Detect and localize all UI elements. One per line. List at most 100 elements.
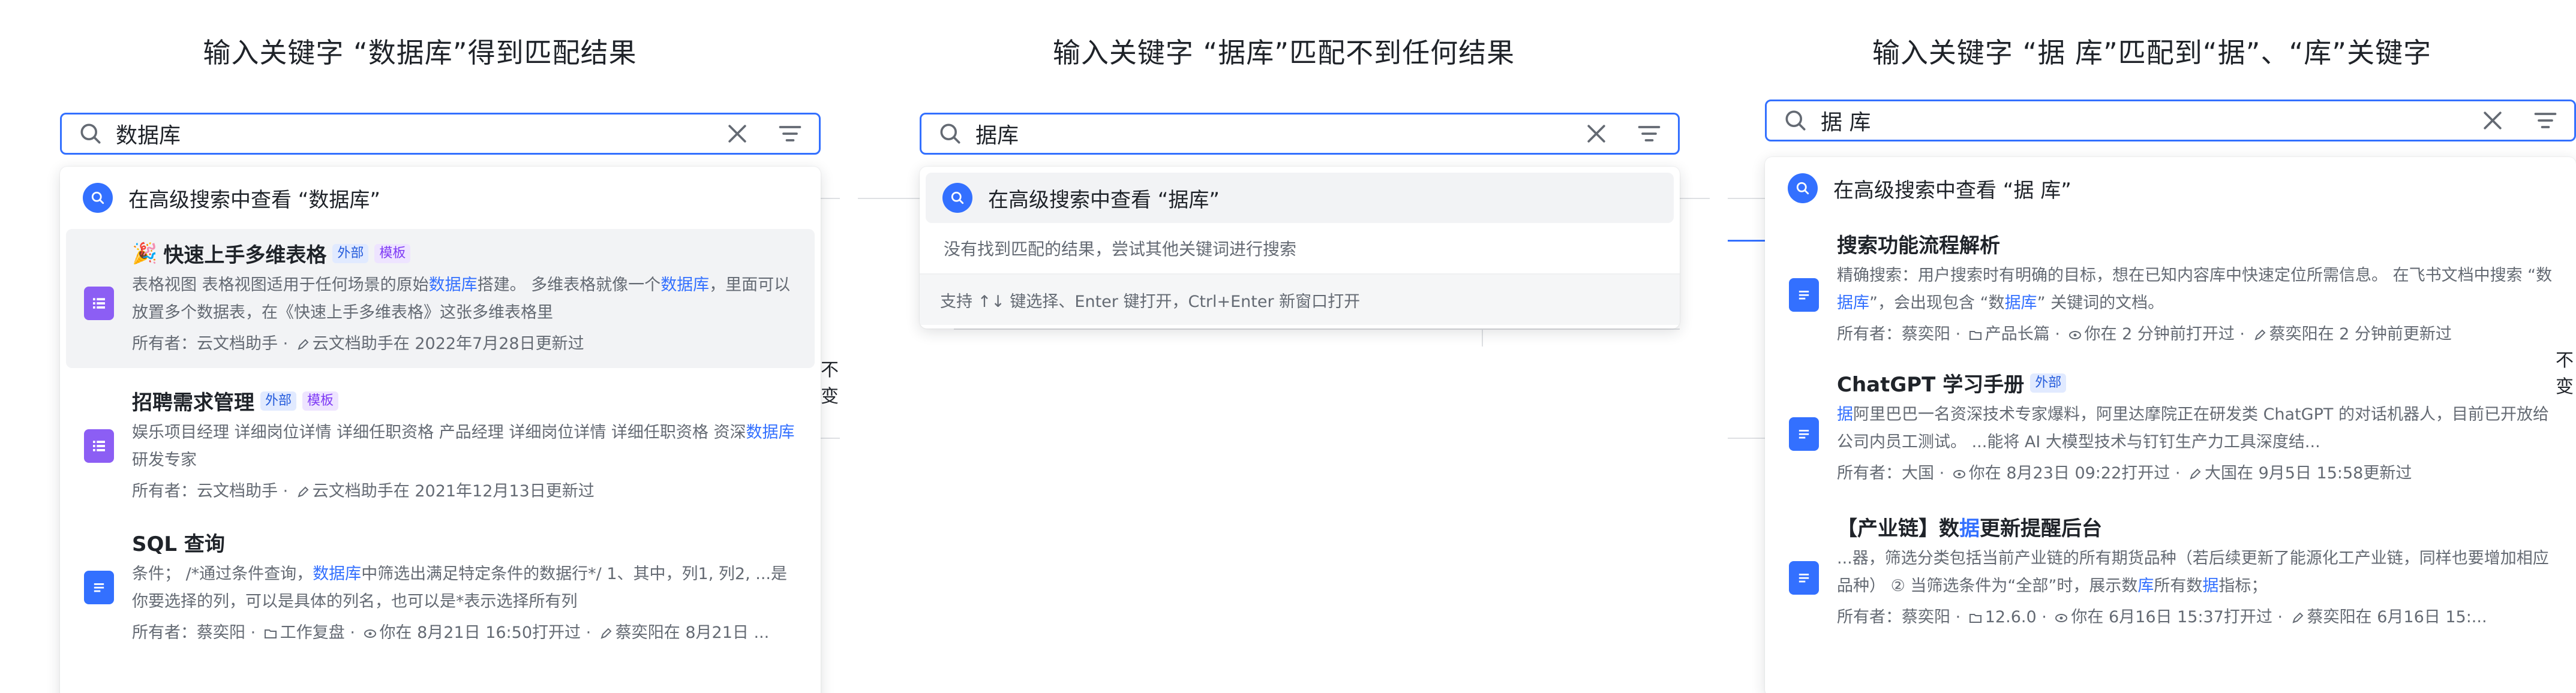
clear-icon[interactable] (724, 120, 750, 147)
edit-icon (298, 486, 309, 498)
search-dropdown: 在高级搜索中查看 “据 库” 搜索功能流程解析 精确搜索：用户搜索时有明确的目标… (1765, 157, 2576, 693)
updated-info: 蔡奕阳在 6月16日 15:... (2307, 608, 2487, 626)
advanced-search-label: 在高级搜索中查看 “据 库” (1833, 178, 2071, 203)
bg-divider (1728, 438, 1765, 439)
search-icon (1785, 110, 1806, 131)
search-result-item[interactable]: 🎉 快速上手多维表格 外部 模板 表格视图 表格视图适用于任何场景的原始数据库搭… (66, 229, 815, 368)
filter-icon[interactable] (777, 120, 803, 147)
result-snippet: 据阿里巴巴一名资深技术专家爆料，阿里达摩院正在研发类 ChatGPT 的对话机器… (1837, 405, 2549, 451)
panel-caption: 输入关键字 “数据库”得到匹配结果 (203, 37, 637, 69)
search-icon (940, 123, 960, 144)
keyword-highlight: 数据库 (660, 276, 710, 294)
updated-info: 蔡奕阳在 8月21日 ... (615, 623, 770, 642)
doc-icon (1789, 278, 1819, 312)
filter-icon[interactable] (2532, 107, 2559, 134)
advanced-search-label: 在高级搜索中查看 “据库” (988, 188, 1220, 212)
search-bar[interactable]: 据 库 (1765, 100, 2576, 141)
search-dropdown: 在高级搜索中查看 “数据库” 🎉 快速上手多维表格 外部 模板 表格视图 表格视… (60, 167, 821, 693)
owner: 所有者：云文档助手 (132, 335, 278, 353)
edit-icon (2254, 329, 2266, 341)
search-result-item[interactable]: 招聘需求管理 外部 模板 娱乐项目经理 详细岗位详情 详细任职资格 产品经理 详… (66, 368, 815, 510)
result-snippet: 表格视图 表格视图适用于任何场景的原始数据库搭建。 多维表格就像一个数据库，里面… (132, 276, 791, 322)
updated-info: 云文档助手在 2022年7月28日更新过 (312, 335, 584, 353)
panel-3: 输入关键字 “据 库”匹配到“据”、“库”关键字 据 库 在高级搜索中查看 “据… (1728, 0, 2576, 693)
owner: 所有者：大国 (1837, 464, 1934, 483)
updated-info: 大国在 9月5日 15:58更新过 (2205, 464, 2412, 483)
keyword-highlight: 据 (1837, 405, 1853, 424)
search-input[interactable]: 数据库 (116, 118, 724, 149)
template-tag: 模板 (374, 243, 411, 263)
keyword-highlight: 库 (2137, 577, 2154, 595)
edit-icon (601, 628, 612, 639)
owner: 所有者：蔡奕阳 (1837, 608, 1950, 626)
edit-icon (2292, 612, 2304, 623)
search-result-item[interactable]: 【产业链】数据更新提醒后台 ...器，筛选分类包括当前产业链的所有期货品种（若后… (1771, 499, 2570, 643)
updated-info: 蔡奕阳在 2 分钟前更新过 (2269, 325, 2452, 344)
edit-icon (2190, 468, 2201, 480)
clear-icon[interactable] (1583, 120, 1610, 147)
panel-2: 输入关键字 “据库”匹配不到任何结果 据库 在高级搜索中查看 “据库” 没有找到… (858, 0, 1710, 693)
advanced-search-option[interactable]: 在高级搜索中查看 “据库” (926, 173, 1674, 223)
result-meta: 所有者：蔡奕阳 · 工作复盘 · 你在 8月21日 16:50打开过 · 蔡奕阳… (132, 623, 770, 642)
search-input[interactable]: 据库 (975, 118, 1583, 149)
advanced-search-icon (942, 183, 972, 213)
search-result-item[interactable]: SQL 查询 条件； /*通过条件查询，数据库中筛选出满足特定条件的数据行*/ … (66, 510, 815, 651)
folder-icon (1969, 330, 1981, 340)
doc-icon (1789, 561, 1819, 595)
opened-info: 你在 8月21日 16:50打开过 (379, 623, 581, 642)
search-input[interactable]: 据 库 (1821, 105, 2479, 136)
keyword-highlight: 据 (2202, 577, 2219, 595)
eye-icon (2055, 613, 2068, 622)
bg-divider (1680, 198, 1710, 199)
panel-caption: 输入关键字 “据 库”匹配到“据”、“库”关键字 (1872, 37, 2432, 69)
keyword-highlight: 数据库 (428, 276, 478, 294)
bg-divider (821, 438, 840, 439)
template-tag: 模板 (302, 391, 339, 411)
eye-icon (2068, 330, 2081, 339)
keyboard-hint: 支持 ↑↓ 键选择、Enter 键打开，Ctrl+Enter 新窗口打开 (920, 273, 1680, 325)
clear-icon[interactable] (2479, 107, 2506, 134)
external-tag: 外部 (332, 243, 369, 263)
bg-divider (821, 198, 840, 199)
folder-icon (264, 629, 277, 638)
opened-info: 你在 6月16日 15:37打开过 (2071, 608, 2272, 626)
result-snippet: 条件； /*通过条件查询，数据库中筛选出满足特定条件的数据行*/ 1、其中，列1… (132, 565, 787, 611)
bg-accent-line (1728, 240, 1765, 242)
folder-name: 产品长篇 (1984, 325, 2050, 344)
result-title: ChatGPT 学习手册 (1837, 373, 2025, 397)
advanced-search-icon (83, 183, 113, 213)
doc-icon (1789, 417, 1819, 451)
advanced-search-option[interactable]: 在高级搜索中查看 “据 库” (1771, 163, 2570, 213)
no-result-message: 没有找到匹配的结果，尝试其他关键词进行搜索 (944, 239, 1297, 259)
keyword-highlight: 数据库 (313, 565, 362, 583)
result-title: 招聘需求管理 (132, 391, 254, 415)
edit-icon (298, 339, 309, 350)
folder-icon (1969, 613, 1981, 623)
advanced-search-icon (1788, 173, 1818, 203)
keyword-highlight: 数据库 (746, 423, 795, 442)
result-snippet: ...器，筛选分类包括当前产业链的所有期货品种（若后续更新了能源化工产业链，同样… (1837, 549, 2549, 595)
result-meta: 所有者：云文档助手 · 云文档助手在 2022年7月28日更新过 (132, 335, 584, 353)
filter-icon[interactable] (1636, 120, 1662, 147)
bg-divider (1728, 198, 1765, 199)
owner: 所有者：蔡奕阳 (1837, 325, 1950, 344)
result-meta: 所有者：云文档助手 · 云文档助手在 2021年12月13日更新过 (132, 482, 595, 501)
bg-fragment-text: 不变 (821, 360, 839, 407)
keyword-highlight: 据库 (2004, 294, 2037, 312)
search-bar[interactable]: 数据库 (60, 113, 821, 155)
advanced-search-option[interactable]: 在高级搜索中查看 “数据库” (66, 173, 815, 223)
result-title: 【产业链】数据更新提醒后台 (1837, 512, 2557, 541)
eye-icon (1953, 469, 1965, 478)
bg-fragment-text: 不变 (2556, 350, 2574, 397)
result-snippet: 精确搜索：用户搜索时有明确的目标，想在已知内容库中快速定位所需信息。 在飞书文档… (1837, 266, 2553, 312)
search-result-item[interactable]: 搜索功能流程解析 精确搜索：用户搜索时有明确的目标，想在已知内容库中快速定位所需… (1771, 213, 2570, 355)
result-title: 搜索功能流程解析 (1837, 234, 2000, 258)
search-bar[interactable]: 据库 (920, 113, 1680, 155)
bg-divider (954, 329, 1680, 330)
opened-info: 你在 2 分钟前打开过 (2084, 325, 2235, 344)
keyword-highlight: 据 (1959, 517, 1980, 541)
search-icon (80, 123, 101, 144)
eye-icon (364, 629, 376, 638)
panel-1: 输入关键字 “数据库”得到匹配结果 不变 数据库 在高级搜索中查看 “数据库” … (0, 0, 840, 693)
search-result-item[interactable]: ChatGPT 学习手册 外部 据阿里巴巴一名资深技术专家爆料，阿里达摩院正在研… (1771, 355, 2570, 499)
